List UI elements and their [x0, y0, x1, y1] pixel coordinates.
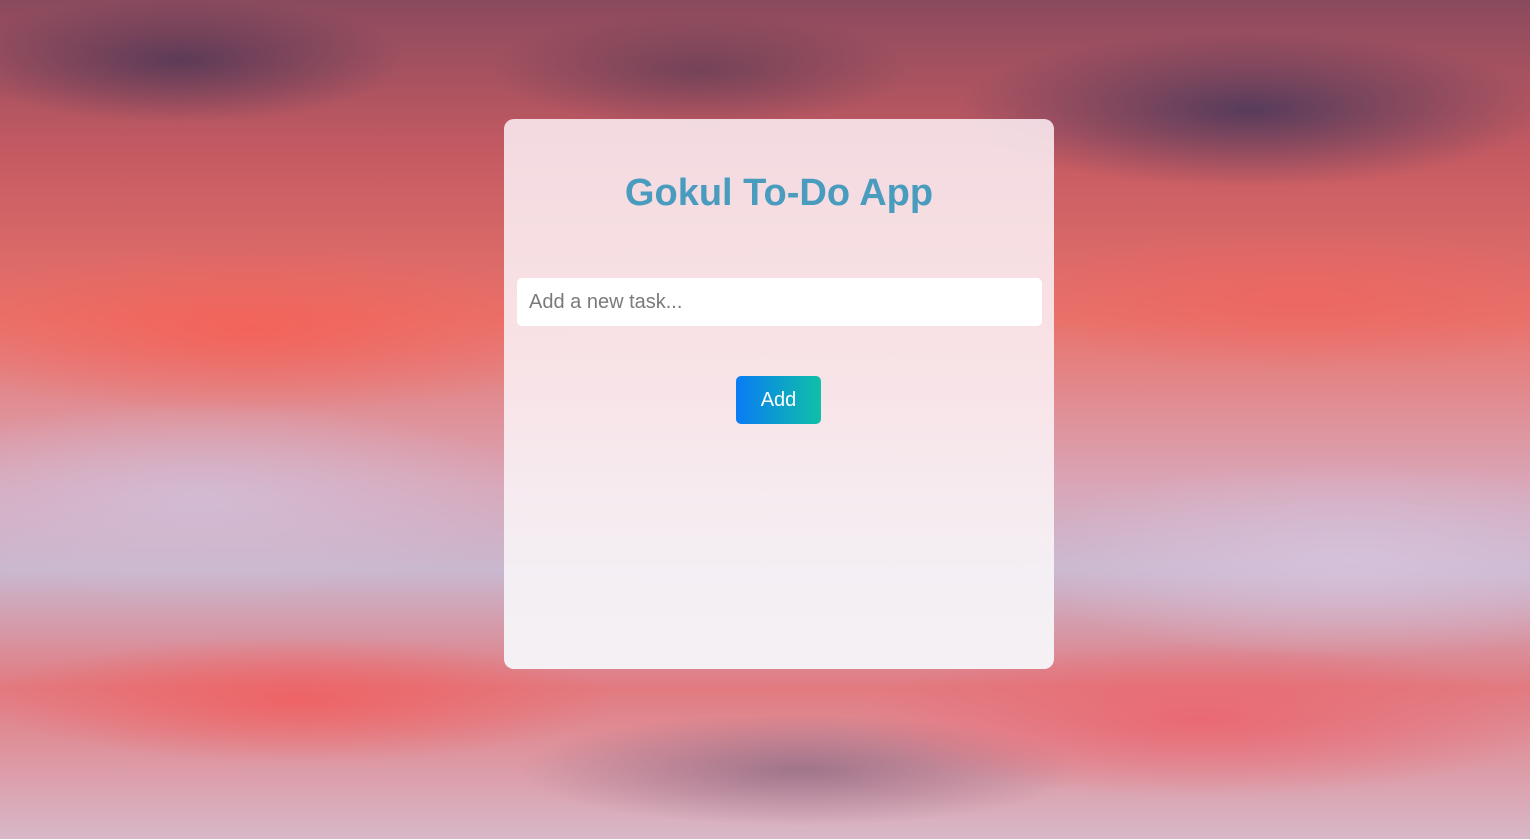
add-task-button[interactable]: Add [736, 376, 821, 424]
page-background: { "app": { "title": "Gokul To-Do App" },… [0, 0, 1530, 839]
app-title: Gokul To-Do App [624, 172, 934, 214]
todo-card: Gokul To-Do App Add [504, 119, 1054, 669]
new-task-input[interactable] [517, 278, 1042, 326]
task-list [517, 449, 1042, 649]
